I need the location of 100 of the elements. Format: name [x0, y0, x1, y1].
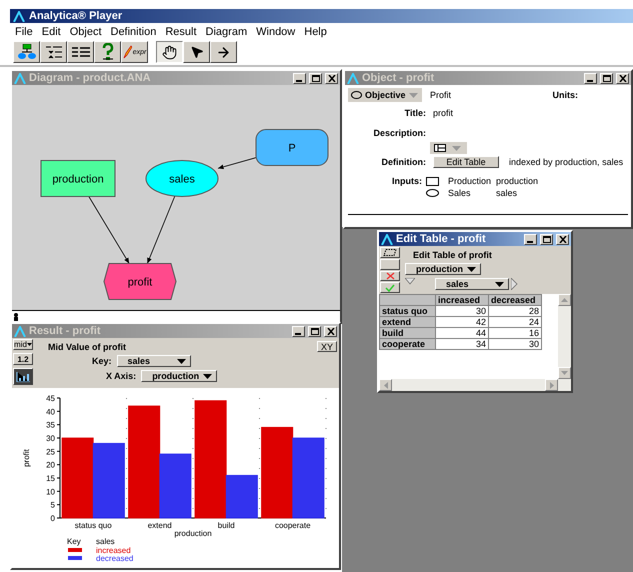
uncertainty-view-dropdown[interactable]: mid	[13, 339, 33, 350]
input-identifier: production	[496, 176, 540, 186]
menu-item[interactable]: Help	[304, 25, 327, 39]
window-title: Object - profit	[362, 72, 436, 84]
minimize-button[interactable]	[524, 234, 537, 244]
close-button[interactable]	[616, 72, 629, 84]
horizontal-scrollbar[interactable]	[379, 379, 571, 391]
maximize-button[interactable]	[309, 72, 322, 84]
help-tool-button[interactable]	[94, 41, 121, 63]
scroll-up-icon	[561, 298, 568, 302]
units-label: Units:	[552, 90, 578, 100]
hand-icon	[162, 44, 177, 60]
caret-icon	[467, 266, 476, 272]
pointer-tool-button[interactable]	[183, 41, 210, 63]
title-label: Title:	[404, 108, 426, 118]
vertical-scrollbar[interactable]	[558, 294, 571, 379]
row-index-dropdown[interactable]: production	[405, 263, 481, 275]
table-view-button[interactable]: 1.2	[13, 353, 33, 365]
key-dropdown[interactable]: sales	[116, 355, 191, 367]
input-title[interactable]: Sales	[448, 188, 496, 198]
tick-label: 5	[50, 500, 55, 510]
selection-tool-button[interactable]	[380, 247, 400, 258]
legend-label: increased	[96, 546, 131, 555]
tick-label: 45	[46, 394, 55, 403]
x-axis-label: X Axis:	[106, 371, 136, 381]
cancel-button[interactable]	[380, 270, 400, 282]
maximize-button[interactable]	[540, 234, 553, 244]
close-icon	[328, 74, 336, 82]
close-button[interactable]	[324, 326, 337, 336]
bar-chart-icon	[16, 372, 30, 382]
tick-label: 35	[46, 420, 55, 430]
arrow-tool-button[interactable]	[210, 41, 237, 63]
table-icon	[434, 144, 446, 152]
accept-button[interactable]	[380, 282, 400, 293]
oval-icon	[351, 91, 362, 99]
menu-item[interactable]: Window	[256, 25, 296, 39]
variable-node[interactable]: P	[256, 129, 328, 166]
logo-icon	[347, 72, 359, 84]
close-icon	[386, 272, 394, 280]
table-heading: Edit Table of profit	[413, 250, 493, 260]
close-icon	[618, 74, 626, 82]
tick-label: 15	[46, 474, 55, 483]
menu-item[interactable]: Edit	[42, 25, 61, 39]
hand-tool-button[interactable]	[156, 41, 183, 63]
class-dropdown[interactable]: Objective	[348, 88, 422, 102]
tick-label: 20	[46, 460, 55, 470]
row-header: status quo	[380, 306, 436, 316]
result-heading: Mid Value of profit	[48, 342, 126, 352]
window-title: Result - profit	[29, 325, 102, 337]
minimize-button[interactable]	[584, 72, 597, 84]
window-title: Edit Table - profit	[396, 233, 487, 245]
caret-icon	[26, 343, 32, 346]
category-label: extend	[148, 521, 172, 530]
close-button[interactable]	[325, 72, 338, 84]
minimize-button[interactable]	[292, 326, 305, 336]
scroll-down-icon	[561, 371, 568, 375]
x-axis-dropdown[interactable]: production	[141, 370, 218, 382]
row-header: extend	[380, 316, 436, 328]
maximize-button[interactable]	[600, 72, 613, 84]
definition-note: indexed by production, sales	[509, 157, 624, 167]
menu-item[interactable]: Diagram	[206, 25, 248, 39]
x-axis-title: production	[174, 529, 212, 538]
diagram-icon	[18, 44, 36, 60]
minimize-button[interactable]	[293, 72, 306, 84]
decision-node[interactable]: production	[40, 160, 116, 197]
menu-item[interactable]: Definition	[110, 25, 156, 39]
xy-button[interactable]: XY	[316, 341, 337, 352]
input-title[interactable]: Production	[448, 176, 496, 186]
list-tool-button[interactable]	[67, 41, 94, 63]
caret-icon	[176, 358, 186, 364]
edit-table-button[interactable]: Edit Table	[433, 156, 499, 168]
title-value: profit	[433, 108, 454, 118]
logo-icon	[13, 10, 25, 22]
caret-icon	[495, 282, 504, 286]
help-icon	[100, 43, 114, 61]
identifier-value: Profit	[430, 90, 452, 100]
close-icon	[558, 236, 566, 242]
maximize-icon	[542, 236, 550, 242]
scroll-left-icon	[384, 382, 388, 388]
dashed-shape-icon	[383, 248, 397, 256]
menu-item[interactable]: Object	[70, 25, 102, 39]
close-button[interactable]	[556, 234, 569, 244]
objective-node[interactable]: profit	[103, 263, 177, 300]
definition-type-dropdown[interactable]	[430, 142, 467, 154]
caret-icon	[203, 374, 212, 378]
check-icon	[385, 284, 395, 292]
column-index-dropdown[interactable]: sales	[435, 278, 509, 290]
diagram-tool-button[interactable]	[13, 41, 40, 63]
graph-view-button[interactable]	[13, 368, 33, 385]
menu-item[interactable]: File	[15, 25, 33, 39]
menu-item[interactable]: Result	[165, 25, 197, 39]
blank-tool-button[interactable]	[380, 258, 400, 270]
chance-node[interactable]: sales	[146, 160, 218, 197]
description-label: Description:	[372, 128, 426, 138]
list-icon	[72, 46, 90, 58]
outline-tool-button[interactable]	[40, 41, 67, 63]
key-label: Key:	[92, 356, 112, 366]
corner-cell	[380, 294, 436, 306]
maximize-button[interactable]	[308, 326, 321, 336]
tick-label: 0	[50, 514, 55, 523]
